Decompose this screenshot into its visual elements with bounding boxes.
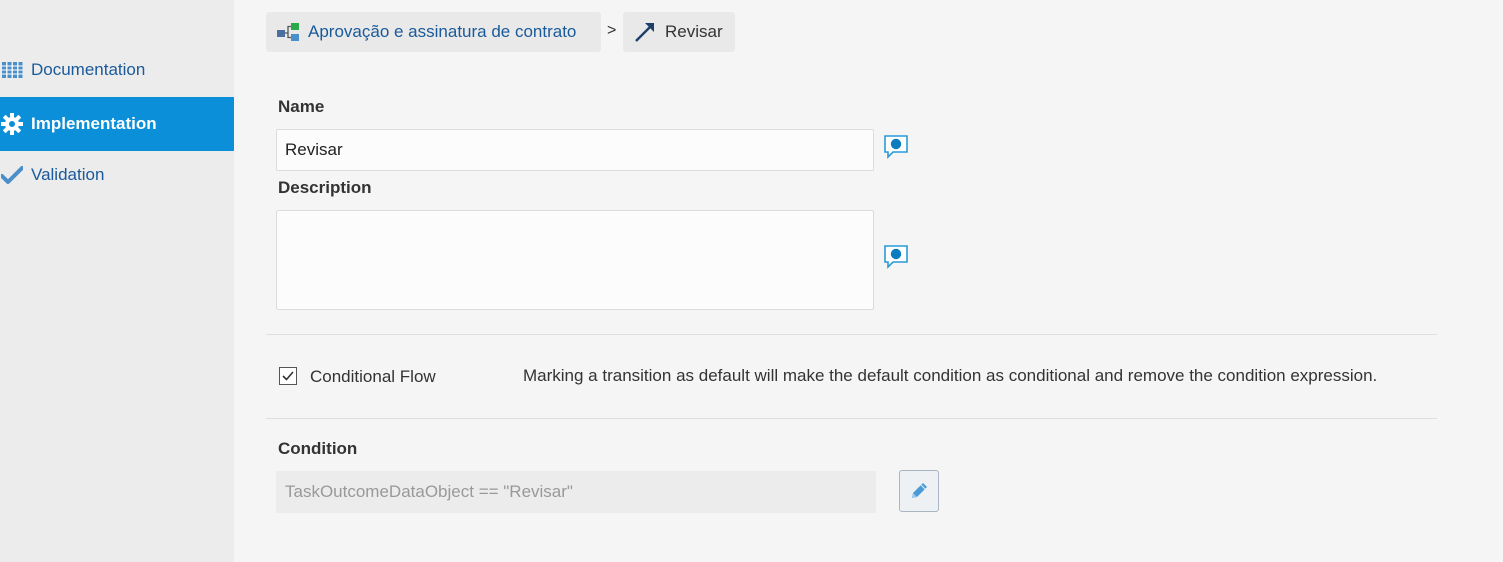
name-label: Name <box>278 97 325 116</box>
breadcrumb-process[interactable]: Aprovação e assinatura de contrato <box>266 12 601 52</box>
sidebar: Documentation Implementation Validation <box>0 0 234 562</box>
gear-icon <box>0 112 24 136</box>
process-icon <box>276 22 300 42</box>
checkmark-icon <box>0 163 24 187</box>
conditional-flow-hint: Marking a transition as default will mak… <box>523 366 1378 385</box>
conditional-flow-label: Conditional Flow <box>310 367 436 386</box>
sidebar-item-label: Documentation <box>31 60 146 79</box>
sidebar-item-implementation[interactable]: Implementation <box>0 97 234 151</box>
sidebar-item-documentation[interactable]: Documentation <box>0 43 234 97</box>
conditional-flow-checkbox[interactable] <box>279 367 297 385</box>
check-icon <box>282 371 294 381</box>
breadcrumb-separator: > <box>607 22 617 39</box>
comment-icon[interactable] <box>883 133 909 159</box>
sidebar-item-label: Validation <box>31 165 105 184</box>
condition-label: Condition <box>278 439 358 458</box>
edit-condition-button[interactable] <box>899 470 939 512</box>
name-input[interactable] <box>276 129 874 171</box>
breadcrumb-process-label: Aprovação e assinatura de contrato <box>308 22 577 41</box>
description-textarea[interactable] <box>276 210 874 310</box>
comment-icon[interactable] <box>883 243 909 269</box>
documentation-icon <box>0 58 24 82</box>
breadcrumb-current: Revisar <box>623 12 735 52</box>
sidebar-item-label: Implementation <box>31 114 157 133</box>
condition-expression-field: TaskOutcomeDataObject == "Revisar" <box>276 471 876 513</box>
breadcrumb-current-label: Revisar <box>665 22 723 41</box>
sidebar-item-validation[interactable]: Validation <box>0 148 234 202</box>
description-label: Description <box>278 178 372 197</box>
transition-arrow-icon <box>633 20 657 44</box>
divider <box>266 334 1437 335</box>
divider <box>266 418 1437 419</box>
condition-expression-value: TaskOutcomeDataObject == "Revisar" <box>285 482 573 501</box>
pencil-icon <box>912 483 927 498</box>
main-panel: Aprovação e assinatura de contrato > Rev… <box>236 0 1503 562</box>
